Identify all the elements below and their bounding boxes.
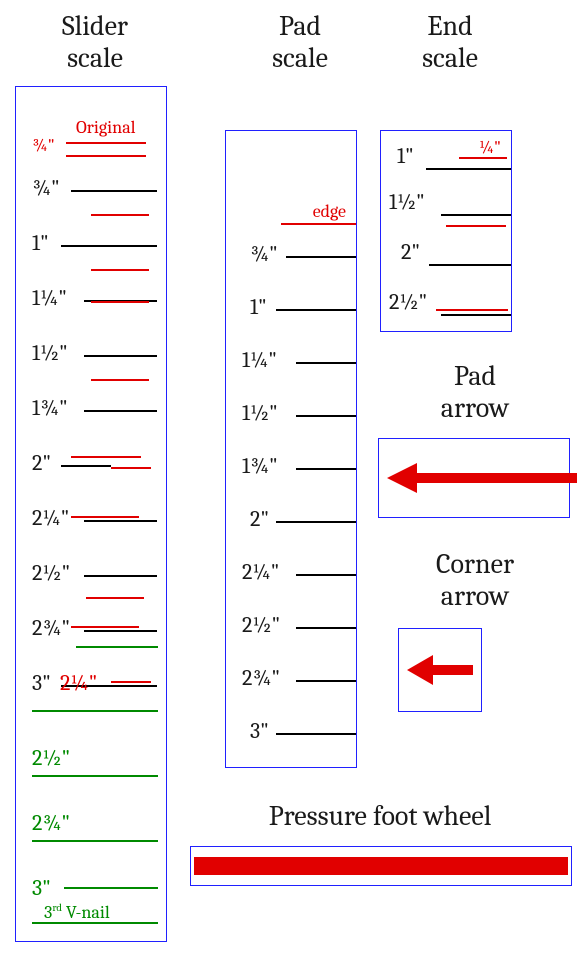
pfw-bar [194, 857, 568, 875]
pad-scale: edge ¾" 1" 1¼" 1½" 1¾" 2" 2¼" 2½" 2¾" 3" [225, 130, 357, 768]
pad-edge-label: edge [313, 201, 346, 222]
slider-tick [61, 465, 111, 467]
slider-original-label: Original [76, 117, 136, 138]
slider-original-frac: ¾" [32, 135, 55, 156]
pressure-foot-wheel [190, 846, 572, 886]
end-tick-label: 2" [401, 239, 420, 265]
pad-arrow-box [378, 438, 570, 518]
green-tick [64, 887, 158, 889]
green-tick [32, 840, 158, 842]
red-tick [111, 467, 151, 469]
red-tick [71, 456, 141, 458]
end-red-line [459, 157, 507, 159]
red-tick [111, 681, 151, 683]
red-tick [91, 214, 149, 216]
green-tick [76, 646, 158, 648]
pad-tick [296, 574, 356, 576]
green-tick [32, 775, 158, 777]
end-tick [441, 214, 511, 216]
slider-tick-label: 1½" [32, 340, 68, 366]
slider-tick-label: 1¼" [32, 285, 67, 311]
red-tick [91, 301, 149, 303]
slider-tick [61, 245, 157, 247]
red-tick [71, 516, 139, 518]
red-tick [91, 269, 149, 271]
arrow-left-icon [407, 655, 473, 685]
green-tick [32, 922, 158, 924]
slider-scale: Original ¾" ¾" 1" 1¼" 1½" 1¾" 2" 2¼" 2½"… [15, 86, 167, 942]
end-tick-label: 1½" [389, 189, 425, 215]
slider-green-label: 2½" [32, 745, 70, 771]
pad-tick-label: 1" [250, 294, 267, 320]
slider-tick-label: 2" [32, 450, 51, 476]
slider-tick-label: 1" [32, 230, 49, 256]
pad-tick-label: 1½" [242, 400, 278, 426]
pad-tick [296, 680, 356, 682]
pad-tick [286, 256, 356, 258]
slider-vnail-label: 3rd V-nail [44, 901, 110, 923]
slider-tick [71, 190, 157, 192]
pad-tick-label: 1¼" [242, 347, 277, 373]
end-red-line [446, 225, 506, 227]
pad-tick [296, 468, 356, 470]
red-tick [71, 626, 139, 628]
pad-tick [296, 415, 356, 417]
corner-arrow-box [398, 628, 482, 712]
end-tick [441, 314, 511, 316]
end-tick [429, 264, 511, 266]
slider-tick-label: 2¾" [32, 615, 70, 641]
pad-tick [276, 309, 356, 311]
slider-tick-label: 3" [32, 670, 51, 696]
end-tick-label: 1" [397, 143, 414, 169]
pad-tick [276, 733, 356, 735]
pad-tick [276, 521, 356, 523]
slider-green-label: 2¾" [32, 810, 70, 836]
slider-tick-label: 2¼" [32, 505, 69, 531]
red-tick [86, 597, 144, 599]
slider-tick-label: 1¾" [32, 395, 68, 421]
red-tick [91, 379, 149, 381]
slider-tick [84, 355, 157, 357]
end-red-line [436, 309, 508, 311]
slider-tick [84, 520, 157, 522]
slider-tick-label: 2½" [32, 560, 70, 586]
pfw-label: Pressure foot wheel [200, 800, 560, 832]
pad-tick [296, 627, 356, 629]
end-top-red: ¼" [479, 137, 501, 158]
pad-tick-label: 2¼" [242, 559, 279, 585]
slider-tick [84, 575, 157, 577]
green-tick [32, 710, 158, 712]
slider-tick-label: ¾" [32, 175, 60, 201]
pad-tick [296, 362, 356, 364]
pad-tick-label: 2½" [242, 612, 280, 638]
slider-red-override: 2¼" [60, 670, 97, 696]
end-tick [426, 168, 511, 170]
pad-tick-label: 3" [250, 718, 269, 744]
slider-tick [84, 410, 157, 412]
slider-tick [84, 630, 157, 632]
slider-title-1: Sliderscale [62, 10, 128, 74]
pad-edge-line [281, 223, 356, 225]
end-title: Endscale [422, 10, 478, 74]
end-scale: ¼" 1" 1½" 2" 2½" [380, 130, 512, 332]
red-tick [66, 155, 146, 157]
pad-title: Padscale [272, 10, 328, 74]
pad-tick-label: 1¾" [242, 453, 278, 479]
pad-tick-label: 2¾" [242, 665, 280, 691]
corner-arrow-label: Cornerarrow [395, 548, 555, 612]
pad-arrow-label: Padarrow [400, 360, 550, 424]
pad-tick-label: ¾" [250, 241, 278, 267]
slider-green-label: 3" [32, 875, 51, 901]
arrow-left-icon [387, 463, 575, 493]
red-tick [66, 142, 146, 144]
end-tick-label: 2½" [389, 289, 427, 315]
pad-tick-label: 2" [250, 506, 269, 532]
